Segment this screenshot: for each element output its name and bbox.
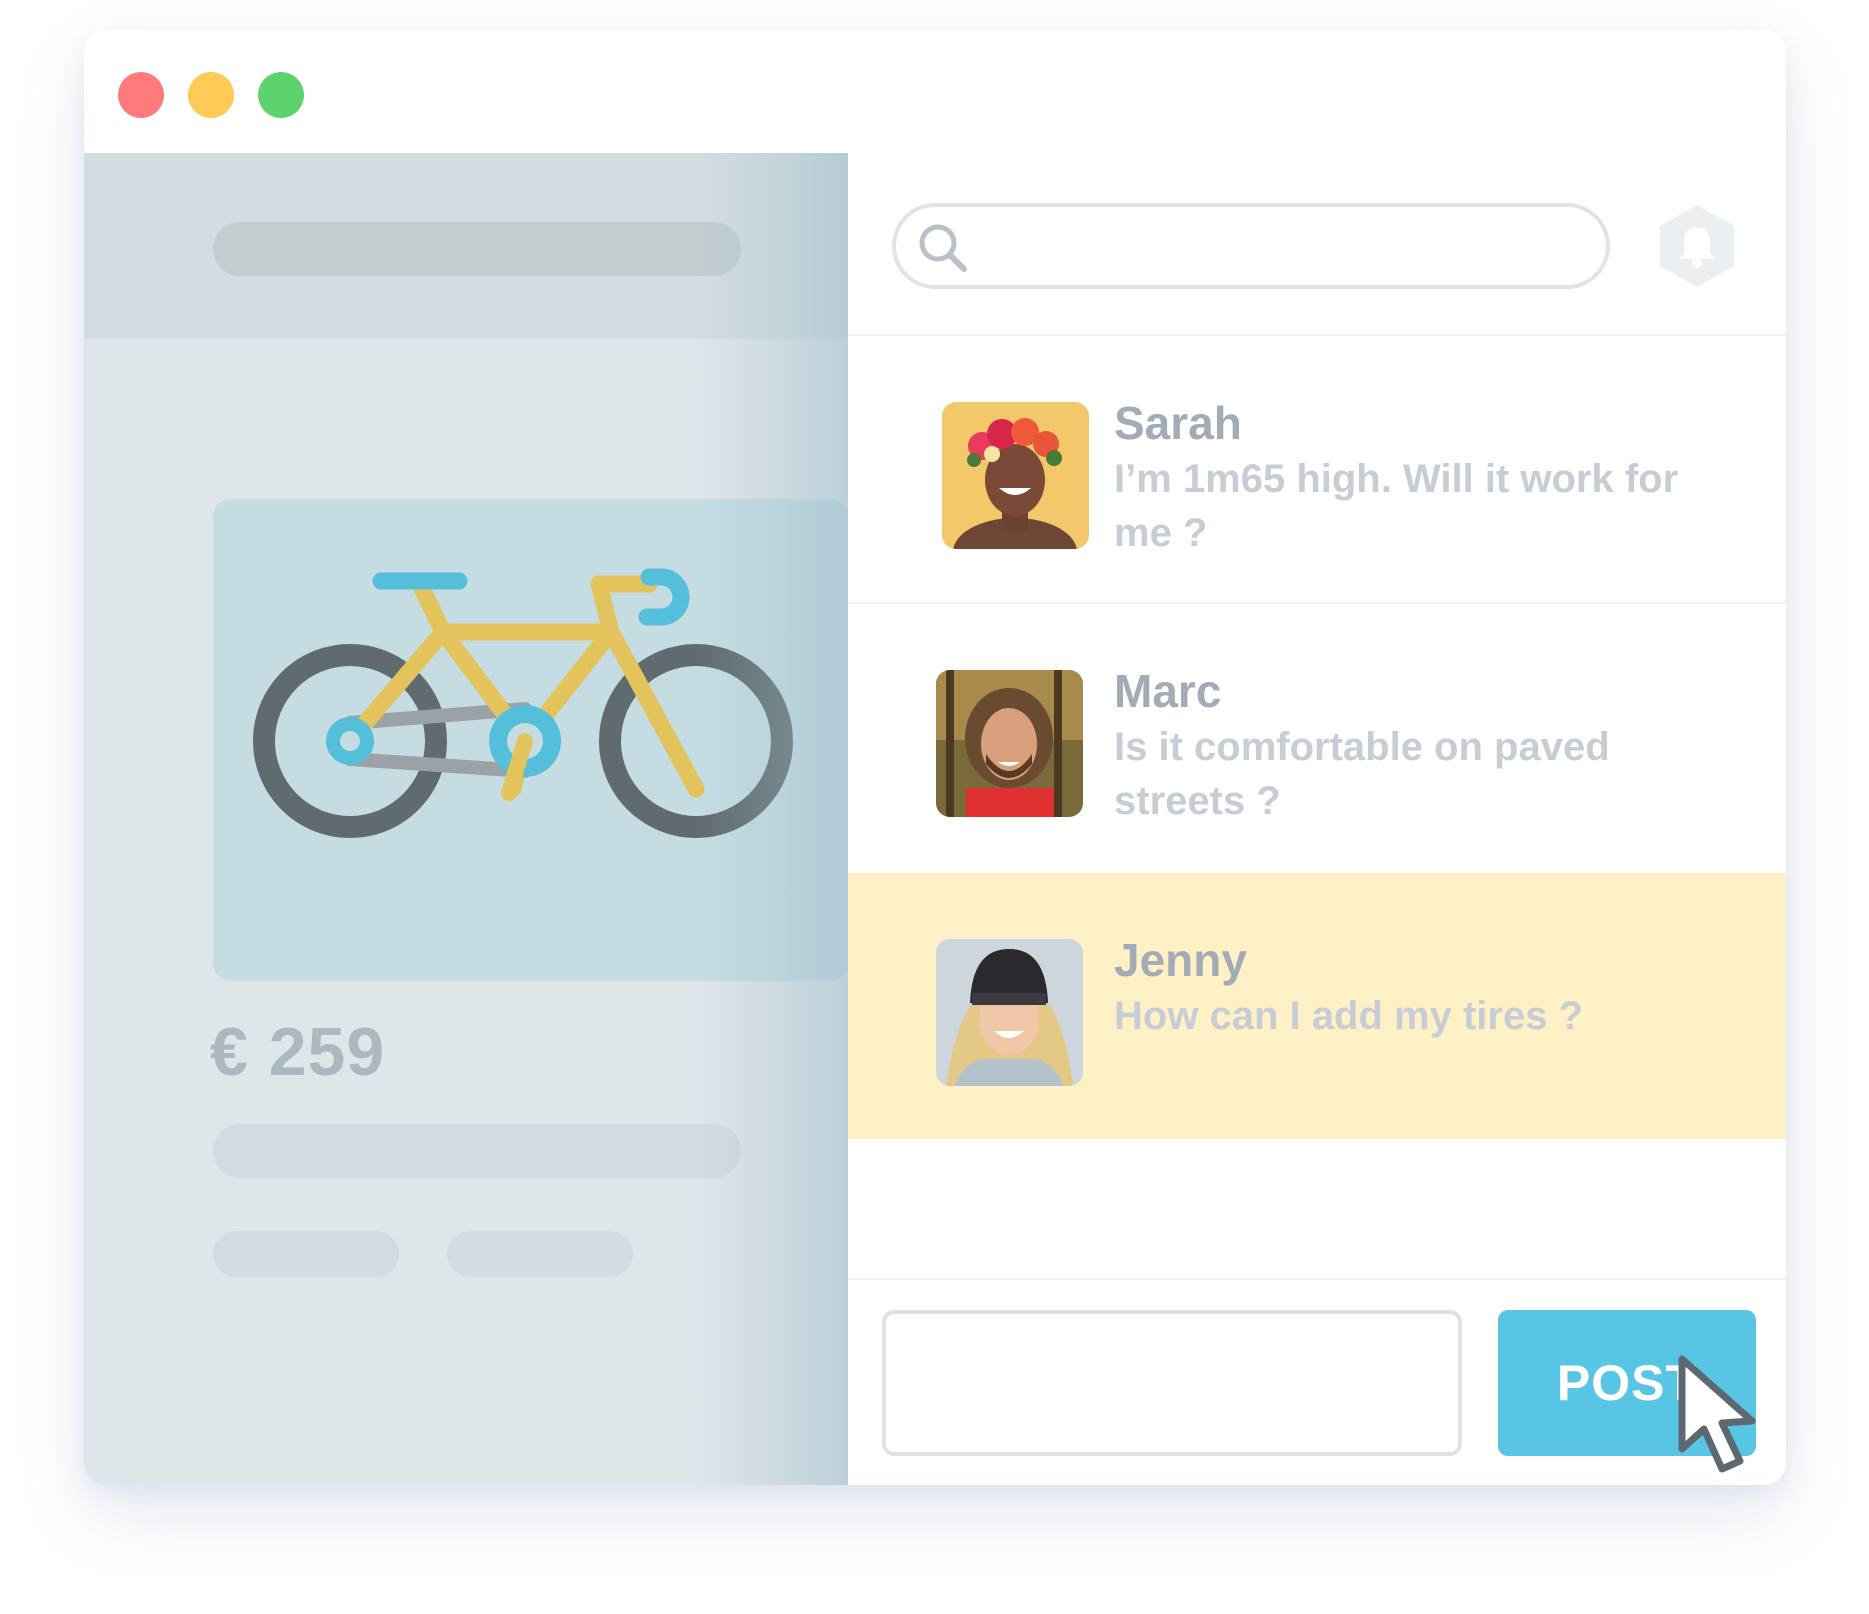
comment-item-highlighted[interactable]: Jenny How can I add my tires ?: [848, 873, 1786, 1139]
search-input[interactable]: [892, 203, 1610, 289]
comments-panel: Sarah I’m 1m65 high. Will it work for me…: [848, 153, 1786, 1485]
comment-text: How can I add my tires ?: [1114, 994, 1584, 1038]
title-bar: [84, 30, 1786, 153]
product-description-placeholder: [213, 1124, 741, 1178]
comment-author: Sarah: [1114, 397, 1242, 449]
avatar: [936, 670, 1083, 817]
comment-author: Jenny: [1114, 934, 1247, 986]
comment-item[interactable]: Marc Is it comfortable on paved streets …: [848, 604, 1786, 870]
product-title-placeholder: [213, 222, 741, 276]
maximize-window-button[interactable]: [258, 72, 304, 118]
composer-divider: [848, 1278, 1786, 1280]
bell-icon: [1660, 205, 1734, 287]
product-panel: € 259: [84, 153, 848, 1485]
comment-author: Marc: [1114, 665, 1222, 717]
avatar: [936, 939, 1083, 1086]
comment-item[interactable]: Sarah I’m 1m65 high. Will it work for me…: [848, 336, 1786, 602]
reply-input[interactable]: [882, 1310, 1462, 1456]
comment-text: I’m 1m65 high. Will it work for me ?: [1114, 457, 1679, 555]
mouse-cursor-icon: [1678, 1355, 1756, 1473]
minimize-window-button[interactable]: [188, 72, 234, 118]
product-price: € 259: [210, 1014, 386, 1090]
comment-text: Is it comfortable on paved streets ?: [1114, 725, 1610, 823]
close-window-button[interactable]: [118, 72, 164, 118]
product-tag-placeholder: [447, 1231, 633, 1277]
browser-window: € 259 Sarah I’m 1m65 high. Will it work …: [84, 30, 1786, 1485]
avatar: [942, 402, 1089, 549]
panel-shadow: [698, 153, 848, 1485]
notifications-button[interactable]: [1654, 203, 1740, 294]
product-tag-placeholder: [213, 1231, 399, 1277]
search-icon: [916, 221, 970, 280]
